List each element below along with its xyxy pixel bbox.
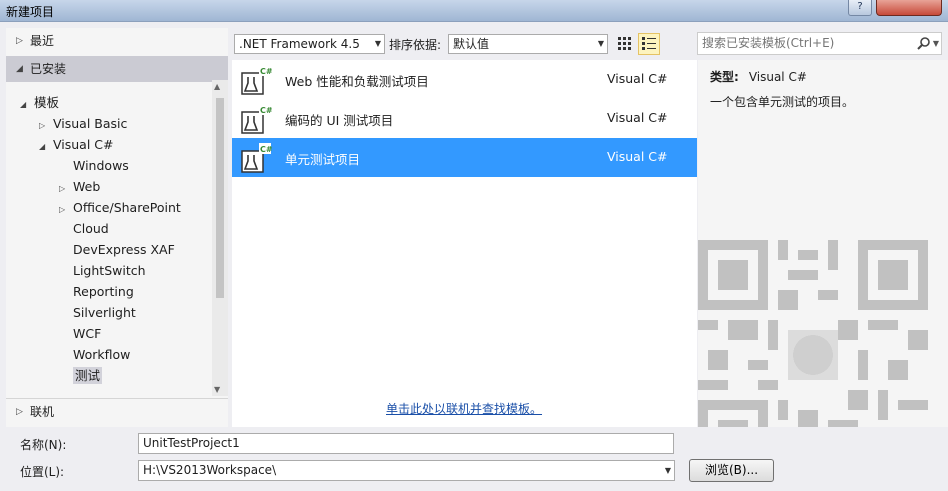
scroll-down-icon[interactable]: ▼ bbox=[214, 385, 220, 394]
window-title: 新建项目 bbox=[6, 5, 55, 19]
template-name: 单元测试项目 bbox=[285, 152, 361, 167]
sort-value: 默认值 bbox=[453, 37, 490, 51]
tree-node-selected[interactable]: 测试 bbox=[59, 365, 103, 386]
test-project-icon: C# bbox=[241, 143, 272, 173]
framework-select[interactable]: .NET Framework 4.5 ▼ bbox=[234, 34, 385, 54]
dropdown-arrow-icon: ▼ bbox=[374, 39, 381, 48]
tree-node-label: Windows bbox=[73, 158, 129, 173]
template-list: C# Web 性能和负载测试项目 Visual C# C# 编码的 UI 测试项… bbox=[232, 60, 697, 427]
help-button[interactable]: ? bbox=[848, 0, 872, 16]
project-settings: 名称(N): 位置(L): ▼ 浏览(B)... bbox=[0, 427, 948, 491]
name-label: 名称(N): bbox=[20, 438, 67, 452]
template-name: 编码的 UI 测试项目 bbox=[285, 113, 394, 128]
type-value: Visual C# bbox=[748, 70, 807, 84]
small-icons-view-button[interactable] bbox=[614, 33, 636, 55]
expand-arrow-icon: ▷ bbox=[16, 36, 23, 46]
test-project-icon: C# bbox=[241, 65, 272, 95]
location-label: 位置(L): bbox=[20, 465, 65, 479]
tree-node[interactable]: DevExpress XAF bbox=[59, 239, 175, 260]
template-language: Visual C# bbox=[607, 71, 668, 86]
tree-node[interactable]: ▷ Visual Basic bbox=[39, 113, 127, 134]
svg-text:C#: C# bbox=[260, 67, 272, 76]
tree-node[interactable]: ▷ Web bbox=[59, 176, 100, 197]
list-view-button[interactable] bbox=[638, 33, 660, 55]
tree-scrollbar[interactable]: ▲ ▼ bbox=[212, 80, 228, 396]
tree-arrow-icon: ◢ bbox=[39, 142, 46, 151]
template-language: Visual C# bbox=[607, 110, 668, 125]
template-item[interactable]: C# 编码的 UI 测试项目 Visual C# bbox=[232, 99, 697, 138]
tree-node-label: Visual C# bbox=[53, 137, 114, 152]
type-label: 类型: bbox=[710, 70, 739, 84]
test-project-icon: C# bbox=[241, 104, 272, 134]
template-tree: ◢ 模板 ▷ Visual Basic ◢ Visual C# Windows ▷ We… bbox=[6, 92, 212, 392]
small-icons-view-icon bbox=[618, 37, 631, 50]
tree-node[interactable]: Reporting bbox=[59, 281, 134, 302]
sort-label: 排序依据: bbox=[389, 38, 442, 52]
online-templates-link[interactable]: 单击此处以联机并查找模板。 bbox=[386, 400, 542, 417]
tree-node-label: Web bbox=[73, 179, 101, 194]
category-installed[interactable]: ◢ 已安装 bbox=[6, 56, 228, 82]
category-recent-label: 最近 bbox=[30, 34, 55, 48]
tree-node[interactable]: Workflow bbox=[59, 344, 130, 365]
tree-node-label: Cloud bbox=[73, 221, 109, 236]
tree-node-label: LightSwitch bbox=[73, 263, 146, 278]
template-item[interactable]: C# Web 性能和负载测试项目 Visual C# bbox=[232, 60, 697, 99]
template-language: Visual C# bbox=[607, 149, 668, 164]
tree-arrow-icon: ▷ bbox=[39, 121, 46, 130]
location-field[interactable]: ▼ bbox=[138, 460, 675, 481]
tree-node[interactable]: Cloud bbox=[59, 218, 109, 239]
category-online-label: 联机 bbox=[30, 405, 55, 419]
tree-arrow-icon: ▷ bbox=[59, 205, 66, 214]
browse-button[interactable]: 浏览(B)... bbox=[689, 459, 774, 482]
tree-node[interactable]: Windows bbox=[59, 155, 129, 176]
tree-node-label: Visual Basic bbox=[53, 116, 128, 131]
scroll-up-icon[interactable]: ▲ bbox=[214, 82, 220, 91]
category-online[interactable]: ▷ 联机 bbox=[6, 398, 228, 424]
category-panel: ▷ 最近 ◢ 已安装 ◢ 模板 ▷ Visual Basic ◢ Visual C# … bbox=[6, 28, 228, 427]
tree-node[interactable]: ▷ Office/SharePoint bbox=[59, 197, 181, 218]
category-recent[interactable]: ▷ 最近 bbox=[6, 28, 228, 54]
tree-node[interactable]: ◢ 模板 bbox=[20, 92, 59, 113]
close-button[interactable] bbox=[876, 0, 942, 16]
template-item-selected[interactable]: C# 单元测试项目 Visual C# bbox=[232, 138, 697, 177]
dropdown-arrow-icon[interactable]: ▼ bbox=[665, 461, 671, 480]
tree-node-label: 模板 bbox=[34, 95, 60, 110]
type-line: 类型: Visual C# bbox=[710, 68, 807, 85]
search-dropdown-icon[interactable]: ▼ bbox=[933, 33, 939, 54]
svg-text:C#: C# bbox=[260, 106, 272, 115]
tree-arrow-icon: ◢ bbox=[20, 100, 27, 109]
tree-arrow-icon: ▷ bbox=[59, 184, 66, 193]
collapse-arrow-icon: ◢ bbox=[16, 64, 23, 74]
search-box[interactable]: ▼ bbox=[697, 32, 942, 55]
location-input[interactable] bbox=[143, 463, 653, 477]
name-field[interactable] bbox=[138, 433, 674, 454]
tree-node-label: WCF bbox=[73, 326, 102, 341]
tree-node-label: Workflow bbox=[73, 347, 131, 362]
tree-node[interactable]: LightSwitch bbox=[59, 260, 146, 281]
framework-value: .NET Framework 4.5 bbox=[239, 37, 360, 51]
expand-arrow-icon: ▷ bbox=[16, 407, 23, 417]
category-installed-label: 已安装 bbox=[30, 62, 67, 76]
search-icon[interactable] bbox=[917, 36, 931, 50]
tree-node-label: DevExpress XAF bbox=[73, 242, 175, 257]
template-details: 类型: Visual C# 一个包含单元测试的项目。 bbox=[698, 60, 948, 470]
tree-node-label: 测试 bbox=[73, 367, 103, 384]
tree-node[interactable]: ◢ Visual C# bbox=[39, 134, 114, 155]
tree-node-label: Office/SharePoint bbox=[73, 200, 181, 215]
tree-node-label: Reporting bbox=[73, 284, 134, 299]
list-view-icon bbox=[642, 37, 656, 50]
dropdown-arrow-icon: ▼ bbox=[597, 39, 604, 48]
scrollbar-thumb[interactable] bbox=[216, 98, 224, 298]
template-description: 一个包含单元测试的项目。 bbox=[710, 95, 855, 109]
title-bar: 新建项目 ? bbox=[0, 0, 948, 22]
tree-node[interactable]: WCF bbox=[59, 323, 101, 344]
sort-select[interactable]: 默认值 ▼ bbox=[448, 34, 608, 54]
template-name: Web 性能和负载测试项目 bbox=[285, 74, 429, 89]
name-input[interactable] bbox=[143, 436, 673, 450]
search-input[interactable] bbox=[702, 36, 902, 50]
svg-text:C#: C# bbox=[260, 145, 272, 154]
tree-node[interactable]: Silverlight bbox=[59, 302, 136, 323]
tree-node-label: Silverlight bbox=[73, 305, 136, 320]
